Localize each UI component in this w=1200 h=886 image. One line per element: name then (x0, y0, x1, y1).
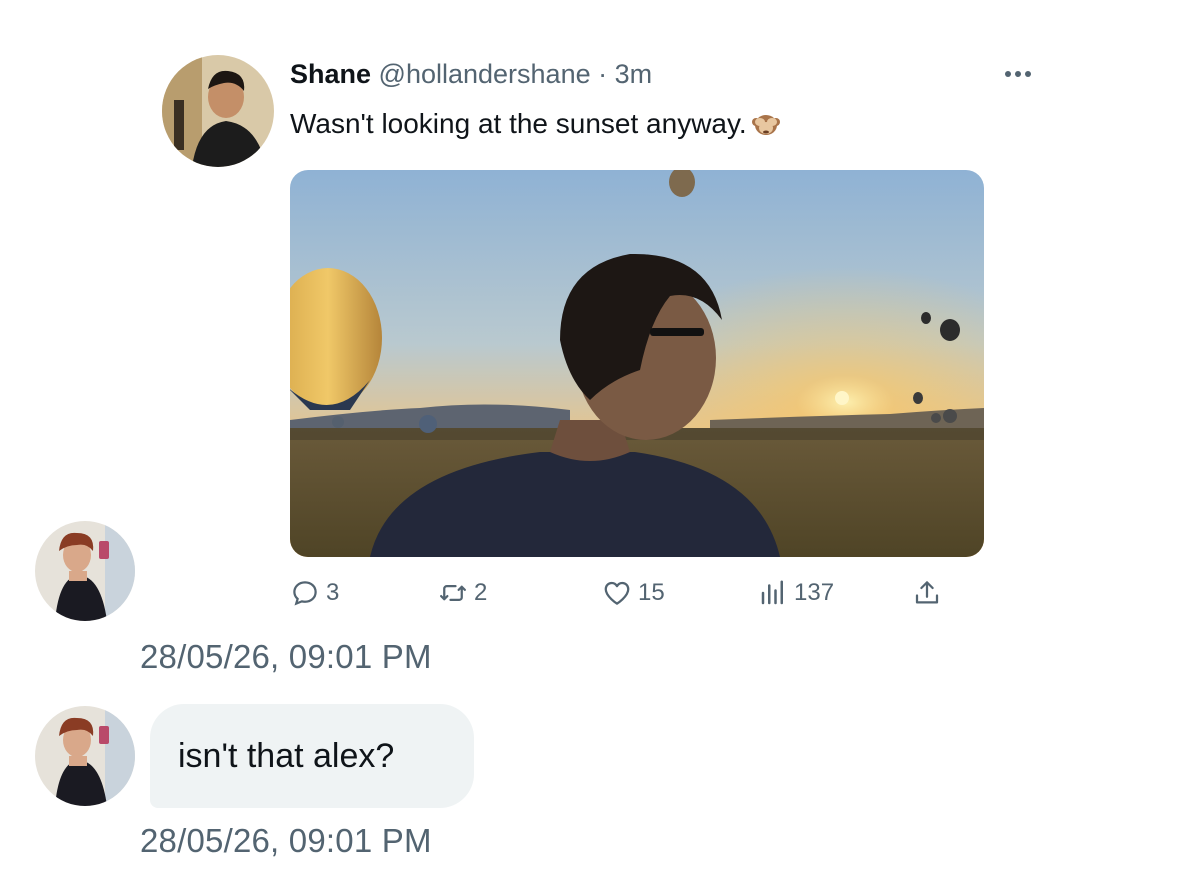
message-text: isn't that alex? (178, 736, 395, 775)
tweet-author-handle[interactable]: @hollandershane (379, 59, 591, 89)
views-chart-icon (761, 580, 783, 605)
message-bubble[interactable]: isn't that alex? (150, 704, 474, 808)
tweet-header-separator: · (598, 59, 608, 89)
more-horizontal-icon[interactable] (1002, 60, 1034, 88)
tweet-text: Wasn't looking at the sunset anyway. (290, 106, 781, 142)
views-button[interactable]: 137 (758, 576, 834, 610)
retweet-count: 2 (474, 579, 488, 606)
retweet-button[interactable]: 2 (438, 576, 487, 610)
reply-count: 3 (326, 579, 340, 606)
views-count: 137 (794, 579, 835, 606)
tweet-text-content: Wasn't looking at the sunset anyway. (290, 108, 747, 139)
tweet-header: Shane @hollandershane · 3m (290, 56, 652, 92)
dm-sender-avatar[interactable] (35, 706, 135, 806)
like-count: 15 (638, 579, 665, 606)
shared-tweet-timestamp: 28/05/26, 09:01 PM (140, 638, 432, 675)
share-icon (915, 581, 939, 604)
reply-button[interactable]: 3 (290, 576, 339, 610)
message-timestamp: 28/05/26, 09:01 PM (140, 822, 432, 859)
share-button[interactable] (912, 576, 948, 610)
retweet-icon (440, 585, 466, 601)
like-button[interactable]: 15 (602, 576, 665, 610)
tweet-author-name[interactable]: Shane (290, 59, 371, 89)
tweet-photo[interactable] (290, 170, 984, 557)
dm-sender-avatar[interactable] (35, 521, 135, 621)
reply-icon (293, 581, 317, 606)
heart-icon (604, 581, 630, 605)
tweet-author-avatar[interactable] (162, 55, 274, 167)
see-no-evil-monkey-icon (751, 108, 781, 138)
tweet-timestamp[interactable]: 3m (615, 59, 653, 89)
